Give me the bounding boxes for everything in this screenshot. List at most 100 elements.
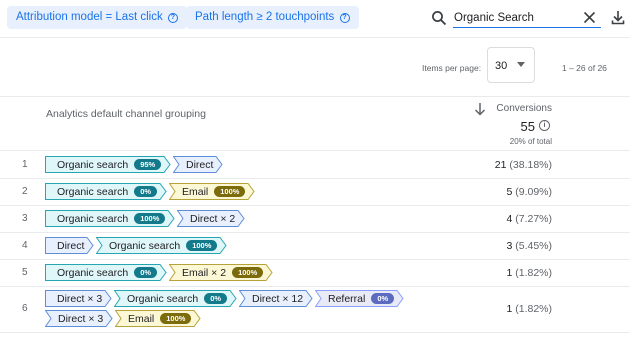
path-touchpoint[interactable]: Organic search 100% xyxy=(96,237,227,254)
path-touchpoint[interactable]: Email 100% xyxy=(115,310,201,327)
credit-badge: 100% xyxy=(160,313,192,324)
conversion-percent: (38.18%) xyxy=(509,158,552,171)
download-icon[interactable] xyxy=(611,10,625,25)
credit-badge: 100% xyxy=(186,240,218,251)
touchpoint-label: Organic search xyxy=(127,292,199,305)
help-icon[interactable]: ? xyxy=(167,13,178,23)
touchpoint-label: Email xyxy=(128,312,155,325)
dimension-header[interactable]: Analytics default channel grouping xyxy=(46,108,206,120)
conversion-path: Direct × 3 Email 100% xyxy=(45,310,203,327)
path-touchpoint[interactable]: Organic search 100% xyxy=(45,210,175,227)
credit-badge: 0% xyxy=(134,267,158,278)
row-divider xyxy=(0,205,630,206)
path-touchpoint[interactable]: Organic search 95% xyxy=(45,156,171,173)
row-number: 3 xyxy=(22,212,28,224)
path-length-label: Path length ≥ 2 touchpoints xyxy=(195,11,335,23)
path-touchpoint[interactable]: Direct xyxy=(45,237,94,254)
conversion-count: 5 xyxy=(506,185,516,198)
row-divider xyxy=(0,232,630,233)
touchpoint-label: Direct × 3 xyxy=(58,312,104,325)
filter-bar: Attribution model = Last click ? Path le… xyxy=(0,0,630,38)
path-touchpoint[interactable]: Organic search 0% xyxy=(45,183,167,200)
path-touchpoint[interactable]: Organic search 0% xyxy=(114,290,237,307)
conversion-count: 4 xyxy=(506,212,516,225)
touchpoint-label: Email xyxy=(182,185,209,198)
pagination-range: 1 – 26 of 26 xyxy=(562,63,607,73)
touchpoint-label: Direct xyxy=(57,239,85,252)
conversion-percent: (5.45%) xyxy=(515,239,552,252)
conversion-path: Direct × 3 Organic search 0% Direct × 12 Ref… xyxy=(45,290,406,307)
conversion-path: Organic search 100% Direct × 2 xyxy=(45,210,247,227)
path-touchpoint[interactable]: Direct xyxy=(173,156,223,173)
credit-badge: 0% xyxy=(371,293,395,304)
metric-total: 55 xyxy=(520,119,535,134)
row-number: 5 xyxy=(22,266,28,278)
metric-header[interactable]: Conversions xyxy=(496,103,552,114)
row-divider xyxy=(0,332,630,333)
touchpoint-label: Direct xyxy=(186,158,214,171)
path-touchpoint[interactable]: Direct × 3 xyxy=(45,310,113,327)
touchpoint-label: Referral xyxy=(328,292,366,305)
help-icon[interactable]: ? xyxy=(339,13,350,23)
row-divider xyxy=(0,178,630,179)
attribution-model-chip[interactable]: Attribution model = Last click ? xyxy=(7,6,187,29)
conversion-percent: (1.82%) xyxy=(515,303,552,315)
metric-total-percent: 20% of total xyxy=(509,137,552,146)
conversion-percent: (1.82%) xyxy=(515,266,552,279)
touchpoint-label: Direct × 12 xyxy=(252,292,304,305)
conversion-count: 1 xyxy=(506,303,516,315)
row-divider xyxy=(0,259,630,260)
path-touchpoint[interactable]: Direct × 12 xyxy=(239,290,313,307)
search-icon[interactable] xyxy=(431,10,447,26)
row-conversions: 1 (1.82%) xyxy=(506,303,552,315)
items-per-page-label: Items per page: xyxy=(422,63,482,73)
touchpoint-label: Organic search xyxy=(57,212,129,225)
conversion-count: 1 xyxy=(506,266,516,279)
divider xyxy=(0,96,630,97)
touchpoint-label: Organic search xyxy=(57,158,129,171)
row-conversions: 4 (7.27%) xyxy=(506,213,552,225)
touchpoint-label: Organic search xyxy=(57,185,129,198)
search-input[interactable] xyxy=(453,8,601,28)
touchpoint-label: Organic search xyxy=(57,266,129,279)
arrow-down-icon[interactable] xyxy=(474,102,486,116)
conversion-percent: (7.27%) xyxy=(515,212,552,225)
row-conversions: 21 (38.18%) xyxy=(495,159,552,171)
path-length-chip[interactable]: Path length ≥ 2 touchpoints ? xyxy=(186,6,359,29)
close-icon[interactable] xyxy=(583,11,596,24)
credit-badge: 100% xyxy=(214,186,246,197)
path-touchpoint[interactable]: Direct × 3 xyxy=(45,290,112,307)
credit-badge: 0% xyxy=(134,186,158,197)
row-number: 4 xyxy=(22,239,28,251)
touchpoint-label: Direct × 2 xyxy=(190,212,236,225)
info-icon[interactable]: i xyxy=(539,120,550,131)
items-per-page-value: 30 xyxy=(495,60,508,72)
path-touchpoint[interactable]: Direct × 2 xyxy=(177,210,245,227)
path-touchpoint[interactable]: Organic search 0% xyxy=(45,264,167,281)
conversion-path: Organic search 0% Email × 2 100% xyxy=(45,264,275,281)
path-touchpoint[interactable]: Email 100% xyxy=(169,183,255,200)
row-divider xyxy=(0,286,630,287)
attribution-model-label: Attribution model = Last click xyxy=(16,11,163,23)
items-per-page-select[interactable]: 30 xyxy=(487,47,535,83)
credit-badge: 95% xyxy=(134,159,162,170)
conversion-count: 3 xyxy=(506,239,516,252)
credit-badge: 100% xyxy=(232,267,264,278)
conversion-path: Organic search 0% Email 100% xyxy=(45,183,257,200)
conversion-path: Organic search 95% Direct xyxy=(45,156,225,173)
path-touchpoint[interactable]: Email × 2 100% xyxy=(169,264,273,281)
touchpoint-label: Organic search xyxy=(109,239,181,252)
conversion-count: 21 xyxy=(494,158,510,171)
chevron-down-icon xyxy=(517,62,525,67)
row-number: 6 xyxy=(22,303,28,314)
row-conversions: 1 (1.82%) xyxy=(506,267,552,279)
conversion-path: Direct Organic search 100% xyxy=(45,237,229,254)
touchpoint-label: Email × 2 xyxy=(182,266,227,279)
path-touchpoint[interactable]: Referral 0% xyxy=(315,290,404,307)
divider xyxy=(0,150,630,151)
row-number: 2 xyxy=(22,185,28,197)
row-conversions: 3 (5.45%) xyxy=(506,240,552,252)
row-conversions: 5 (9.09%) xyxy=(506,186,552,198)
touchpoint-label: Direct × 3 xyxy=(57,292,103,305)
credit-badge: 100% xyxy=(134,213,166,224)
